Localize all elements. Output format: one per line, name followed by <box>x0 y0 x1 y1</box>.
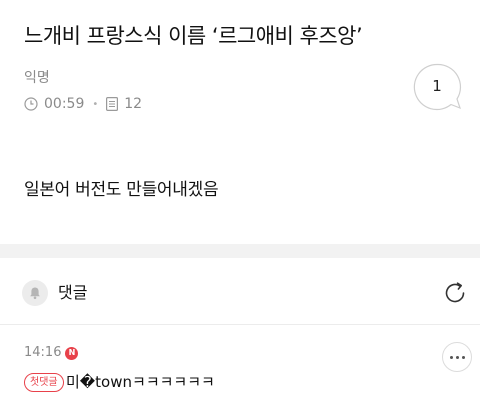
author-name: 익명 <box>24 70 50 86</box>
comment-count-button[interactable]: 1 <box>413 63 463 113</box>
more-icon-dot <box>461 355 465 359</box>
first-comment-badge: 첫댓글 <box>24 373 64 392</box>
post-meta: 00:59 • 12 <box>24 94 142 114</box>
more-icon-dot <box>449 355 453 359</box>
view-count: 12 <box>124 96 143 112</box>
comment-more-button[interactable] <box>442 342 472 372</box>
post-title: 느개비 프랑스식 이름 ‘르그애비 후즈앙’ <box>24 24 363 48</box>
comments-label: 댓글 <box>58 283 88 302</box>
more-icon-dot <box>455 355 459 359</box>
clock-icon <box>24 97 38 111</box>
comment-time: 14:16 <box>24 345 62 360</box>
meta-separator: • <box>92 98 99 110</box>
comment-time-row: 14:16 N <box>24 344 79 362</box>
post-time: 00:59 <box>44 96 85 112</box>
refresh-icon <box>445 282 465 303</box>
document-icon <box>106 97 119 112</box>
comment-text: 미�townㅋㅋㅋㅋㅋㅋ <box>66 373 215 391</box>
post-body: 일본어 버전도 만들어내겠음 <box>24 180 219 200</box>
comments-header: 댓글 <box>0 258 480 324</box>
new-badge: N <box>65 346 79 360</box>
refresh-button[interactable] <box>442 280 468 306</box>
comment-item: 14:16 N 첫댓글 미�townㅋㅋㅋㅋㅋㅋ <box>0 325 480 406</box>
notification-toggle[interactable] <box>22 280 48 306</box>
section-divider <box>0 244 480 258</box>
comment-count: 1 <box>432 77 442 95</box>
post-header: 느개비 프랑스식 이름 ‘르그애비 후즈앙’ 익명 00:59 • 12 1 <box>0 0 480 135</box>
bell-icon <box>30 287 40 300</box>
